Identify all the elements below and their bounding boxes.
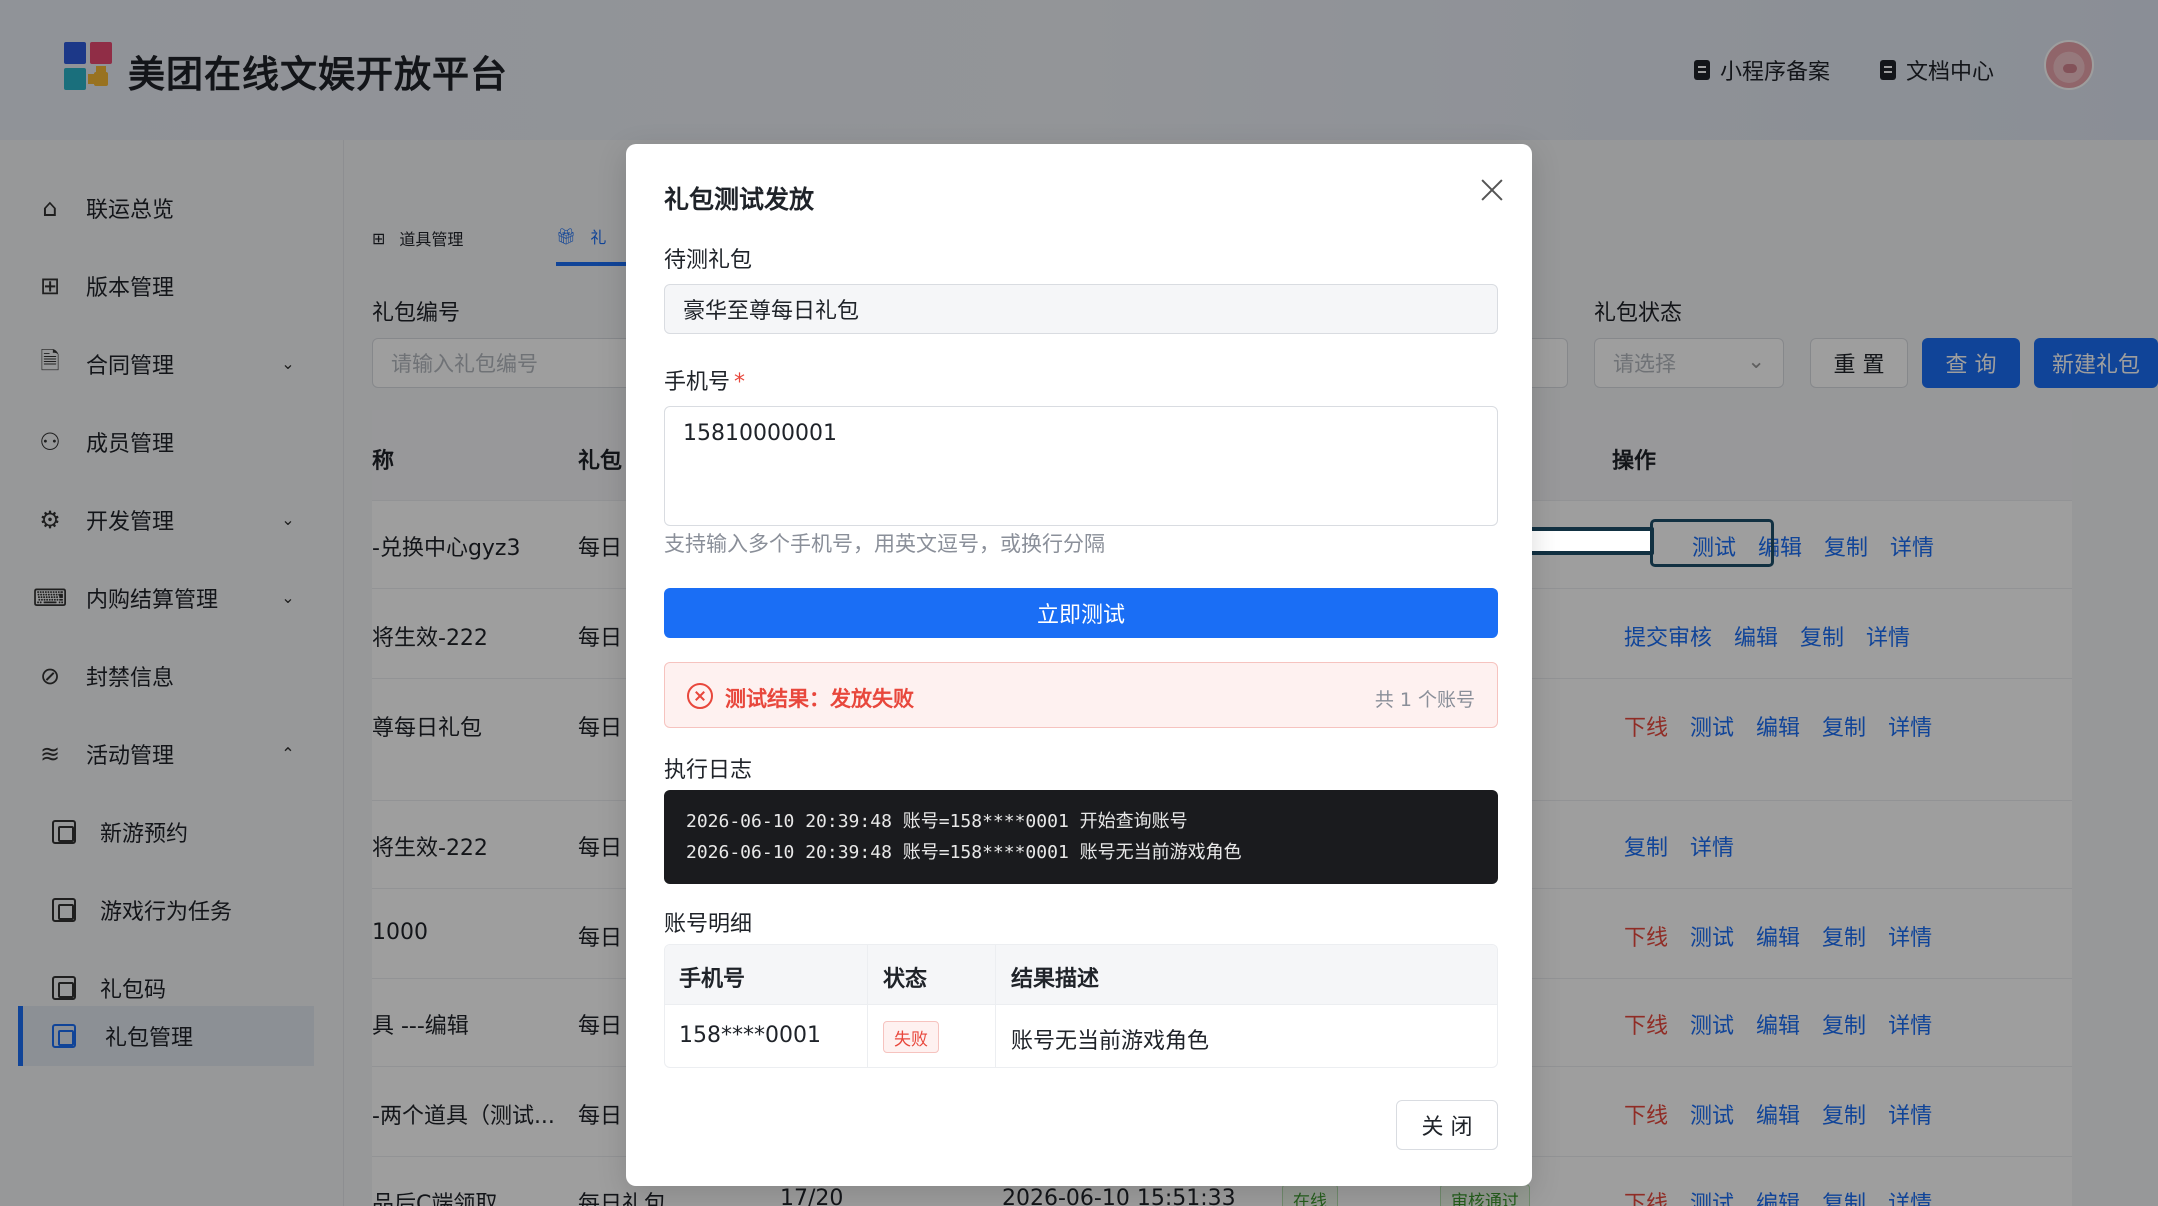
phone-label-text: 手机号 [664,370,731,395]
package-field: 豪华至尊每日礼包 [664,284,1498,334]
phone-hint: 支持输入多个手机号，用英文逗号，或换行分隔 [664,532,1105,556]
detail-desc: 账号无当前游戏角色 [1011,1029,1210,1054]
col-divider [995,945,996,1067]
test-result-alert: 测试结果：发放失败 共 1 个账号 [664,662,1498,728]
log-label: 执行日志 [664,758,753,783]
run-test-button[interactable]: 立即测试 [664,588,1498,638]
detail-phone: 158****0001 [679,1023,821,1048]
error-circle-icon [687,683,713,709]
result-count: 共 1 个账号 [1374,689,1475,711]
close-icon[interactable] [1476,174,1508,206]
gift-test-dialog: 礼包测试发放 待测礼包 豪华至尊每日礼包 手机号* 支持输入多个手机号，用英文逗… [626,144,1532,1186]
highlight-box [1650,519,1774,567]
phone-label: 手机号 * [664,364,745,396]
required-mark: * [734,370,746,395]
col-divider [867,945,868,1067]
account-detail-table: 手机号 状态 结果描述 158****0001 失败 账号无当前游戏角色 [664,944,1498,1068]
execution-log: 2026-06-10 20:39:48 账号=158****0001 开始查询账… [664,790,1498,884]
detail-header-phone: 手机号 [679,967,746,992]
package-label: 待测礼包 [664,248,753,273]
detail-header-desc: 结果描述 [1011,967,1100,992]
log-line: 2026-06-10 20:39:48 账号=158****0001 开始查询账… [686,811,1188,832]
detail-header-status: 状态 [883,967,928,992]
close-button[interactable]: 关 闭 [1396,1100,1498,1150]
log-line: 2026-06-10 20:39:48 账号=158****0001 账号无当前… [686,842,1242,863]
detail-label: 账号明细 [664,912,753,937]
status-badge: 失败 [883,1021,939,1053]
dialog-title: 礼包测试发放 [664,185,815,214]
phone-input[interactable] [664,406,1498,526]
result-text: 测试结果：发放失败 [725,687,914,711]
